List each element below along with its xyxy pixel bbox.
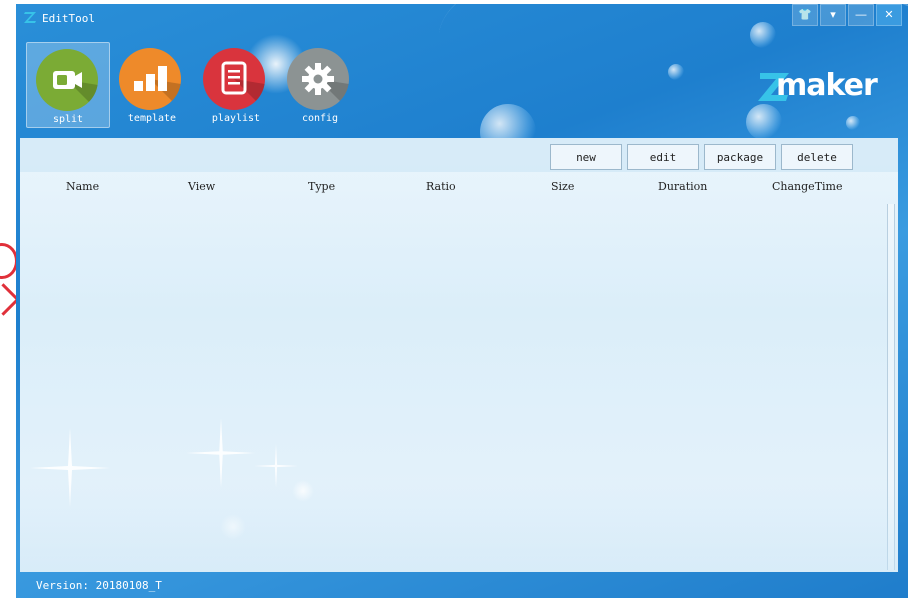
main-nav: split template playlist config xyxy=(26,42,362,128)
close-button[interactable]: ✕ xyxy=(876,4,902,26)
menu-button[interactable]: ▾ xyxy=(820,4,846,26)
column-header-duration[interactable]: Duration xyxy=(658,180,707,193)
template-icon-circle xyxy=(119,48,181,110)
background-bubble xyxy=(668,64,684,80)
edit-button[interactable]: edit xyxy=(627,144,699,170)
column-header-name[interactable]: Name xyxy=(66,180,99,193)
document-list-icon xyxy=(221,61,265,110)
playlist-icon-circle xyxy=(203,48,265,110)
column-header-ratio[interactable]: Ratio xyxy=(426,180,456,193)
background-edge xyxy=(0,0,20,598)
split-icon-circle xyxy=(36,49,98,111)
nav-label: config xyxy=(301,113,339,124)
video-camera-icon xyxy=(53,71,98,111)
app-logo-icon xyxy=(24,12,36,23)
background-bubble xyxy=(846,116,860,130)
column-header-view[interactable]: View xyxy=(188,180,215,193)
column-header-type[interactable]: Type xyxy=(308,180,335,193)
status-bar: Version: 20180108_T xyxy=(16,572,908,598)
brand-text: maker xyxy=(776,68,878,103)
minimize-button[interactable]: — xyxy=(848,4,874,26)
window-title: EditTool xyxy=(42,12,95,25)
column-header-size[interactable]: Size xyxy=(551,180,574,193)
nav-item-config[interactable]: config xyxy=(278,42,362,128)
toolbar: new edit package delete xyxy=(20,138,898,172)
nav-label: template xyxy=(127,113,177,124)
nav-item-template[interactable]: template xyxy=(110,42,194,128)
skin-button[interactable]: 👕 xyxy=(792,4,818,26)
delete-button[interactable]: delete xyxy=(781,144,853,170)
package-button[interactable]: package xyxy=(704,144,776,170)
table-header: Name View Type Ratio Size Duration Chang… xyxy=(20,178,898,198)
gear-icon xyxy=(302,63,349,110)
content-panel: new edit package delete Name View Type R… xyxy=(20,138,898,572)
config-icon-circle xyxy=(287,48,349,110)
title-bar[interactable]: EditTool 👕 ▾ — ✕ xyxy=(16,4,908,32)
brand-logo: maker xyxy=(756,62,896,112)
app-window: EditTool 👕 ▾ — ✕ split template playlist… xyxy=(16,4,908,598)
new-button[interactable]: new xyxy=(550,144,622,170)
window-controls: 👕 ▾ — ✕ xyxy=(790,4,902,26)
nav-label: playlist xyxy=(211,113,261,124)
nav-item-playlist[interactable]: playlist xyxy=(194,42,278,128)
nav-label: split xyxy=(52,114,84,125)
bar-chart-icon xyxy=(134,66,181,110)
nav-item-split[interactable]: split xyxy=(26,42,110,128)
version-text: Version: 20180108_T xyxy=(36,579,162,592)
column-header-changetime[interactable]: ChangeTime xyxy=(772,180,843,193)
content-bottom-shade xyxy=(20,478,898,572)
